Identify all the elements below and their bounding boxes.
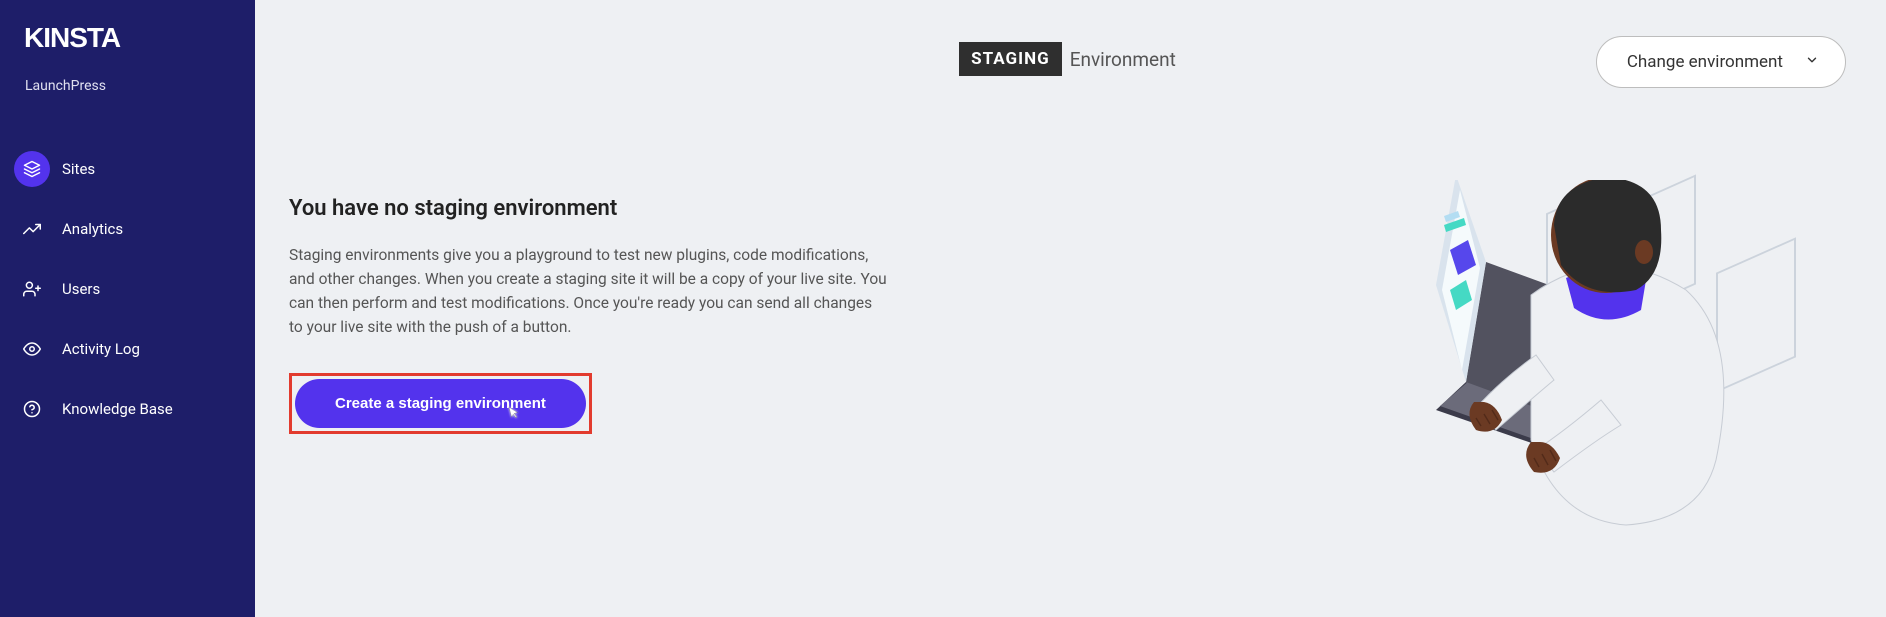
empty-state: You have no staging environment Staging … — [289, 196, 889, 434]
brand-logo: KINSTA — [0, 22, 255, 54]
main-content: STAGING Environment Change environment Y… — [255, 0, 1886, 617]
empty-state-heading: You have no staging environment — [289, 196, 889, 221]
sidebar-item-activity-log[interactable]: Activity Log — [0, 319, 255, 379]
nav-item-label: Sites — [62, 160, 95, 178]
empty-state-body: Staging environments give you a playgrou… — [289, 243, 889, 339]
brand-logo-text: KINSTA — [24, 22, 120, 53]
nav-item-label: Users — [62, 280, 100, 298]
staging-badge: STAGING — [959, 42, 1062, 76]
sidebar-item-users[interactable]: Users — [0, 259, 255, 319]
nav-item-label: Knowledge Base — [62, 400, 173, 418]
page-header: STAGING Environment Change environment — [289, 42, 1846, 76]
sidebar-item-analytics[interactable]: Analytics — [0, 199, 255, 259]
nav-item-label: Activity Log — [62, 340, 140, 358]
person-illustration — [1436, 180, 1756, 540]
create-staging-button[interactable]: Create a staging environment — [295, 379, 586, 428]
sidebar: KINSTA LaunchPress Sites Analytics Users — [0, 0, 255, 617]
help-circle-icon — [14, 391, 50, 427]
sidebar-item-sites[interactable]: Sites — [0, 139, 255, 199]
sidebar-item-knowledge-base[interactable]: Knowledge Base — [0, 379, 255, 439]
site-name-label: LaunchPress — [0, 78, 255, 94]
environment-label: Environment — [1070, 48, 1176, 71]
user-plus-icon — [14, 271, 50, 307]
nav-item-label: Analytics — [62, 220, 123, 238]
layers-icon — [14, 151, 50, 187]
chevron-down-icon — [1805, 52, 1819, 72]
eye-icon — [14, 331, 50, 367]
empty-state-illustration — [1366, 160, 1766, 540]
page-title: STAGING Environment — [959, 42, 1176, 76]
sidebar-nav: Sites Analytics Users Activity Log Knowl — [0, 139, 255, 439]
change-environment-dropdown[interactable]: Change environment — [1596, 36, 1846, 88]
trending-up-icon — [14, 211, 50, 247]
dropdown-label: Change environment — [1627, 52, 1783, 72]
cta-highlight-box: Create a staging environment — [289, 373, 592, 434]
